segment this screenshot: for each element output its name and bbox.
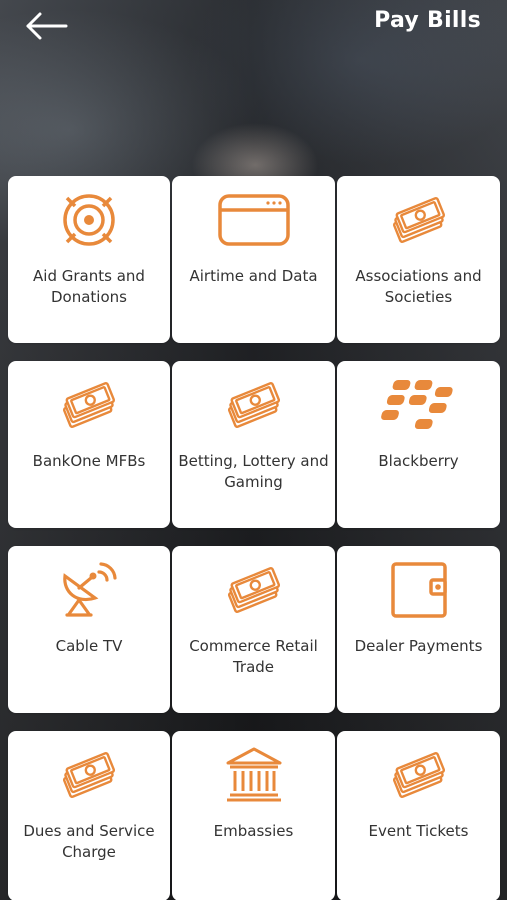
cash-stack-icon bbox=[212, 560, 296, 620]
category-aid-grants[interactable]: Aid Grants and Donations bbox=[8, 176, 170, 343]
category-label: Associations and Societies bbox=[355, 267, 482, 306]
satellite-dish-icon bbox=[47, 560, 131, 620]
category-airtime-data[interactable]: Airtime and Data bbox=[172, 176, 335, 343]
category-associations[interactable]: Associations and Societies bbox=[337, 176, 500, 343]
category-label: BankOne MFBs bbox=[32, 452, 146, 470]
category-label: Embassies bbox=[213, 822, 294, 840]
cash-stack-icon bbox=[377, 745, 461, 805]
wallet-icon bbox=[377, 560, 461, 620]
category-dealer-payments[interactable]: Dealer Payments bbox=[337, 546, 500, 713]
cash-stack-icon bbox=[47, 745, 131, 805]
cash-stack-icon bbox=[47, 375, 131, 435]
pay-bills-screen: Pay Bills Aid Grants and Donations Airti… bbox=[0, 0, 507, 900]
browser-window-icon bbox=[212, 190, 296, 250]
category-dues-service[interactable]: Dues and Service Charge bbox=[8, 731, 170, 900]
back-button[interactable] bbox=[22, 8, 72, 44]
category-label: Event Tickets bbox=[368, 822, 469, 840]
category-commerce-retail[interactable]: Commerce Retail Trade bbox=[172, 546, 335, 713]
category-bankone-mfbs[interactable]: BankOne MFBs bbox=[8, 361, 170, 528]
target-icon bbox=[47, 190, 131, 250]
arrow-left-icon bbox=[26, 12, 68, 40]
category-label: Cable TV bbox=[55, 637, 123, 655]
category-label: Betting, Lottery and Gaming bbox=[178, 452, 329, 491]
blackberry-logo-icon bbox=[377, 375, 461, 435]
category-label: Aid Grants and Donations bbox=[33, 267, 145, 306]
category-cable-tv[interactable]: Cable TV bbox=[8, 546, 170, 713]
cash-stack-icon bbox=[377, 190, 461, 250]
category-label: Dealer Payments bbox=[354, 637, 483, 655]
category-blackberry[interactable]: Blackberry bbox=[337, 361, 500, 528]
category-embassies[interactable]: Embassies bbox=[172, 731, 335, 900]
biller-category-grid: Aid Grants and Donations Airtime and Dat… bbox=[8, 176, 500, 900]
category-label: Airtime and Data bbox=[189, 267, 318, 285]
category-event-tickets[interactable]: Event Tickets bbox=[337, 731, 500, 900]
category-label: Dues and Service Charge bbox=[23, 822, 155, 861]
bank-building-icon bbox=[212, 745, 296, 805]
category-label: Commerce Retail Trade bbox=[189, 637, 318, 676]
page-title: Pay Bills bbox=[374, 8, 481, 33]
category-label: Blackberry bbox=[378, 452, 459, 470]
header: Pay Bills bbox=[0, 0, 507, 60]
category-betting-lottery[interactable]: Betting, Lottery and Gaming bbox=[172, 361, 335, 528]
cash-stack-icon bbox=[212, 375, 296, 435]
